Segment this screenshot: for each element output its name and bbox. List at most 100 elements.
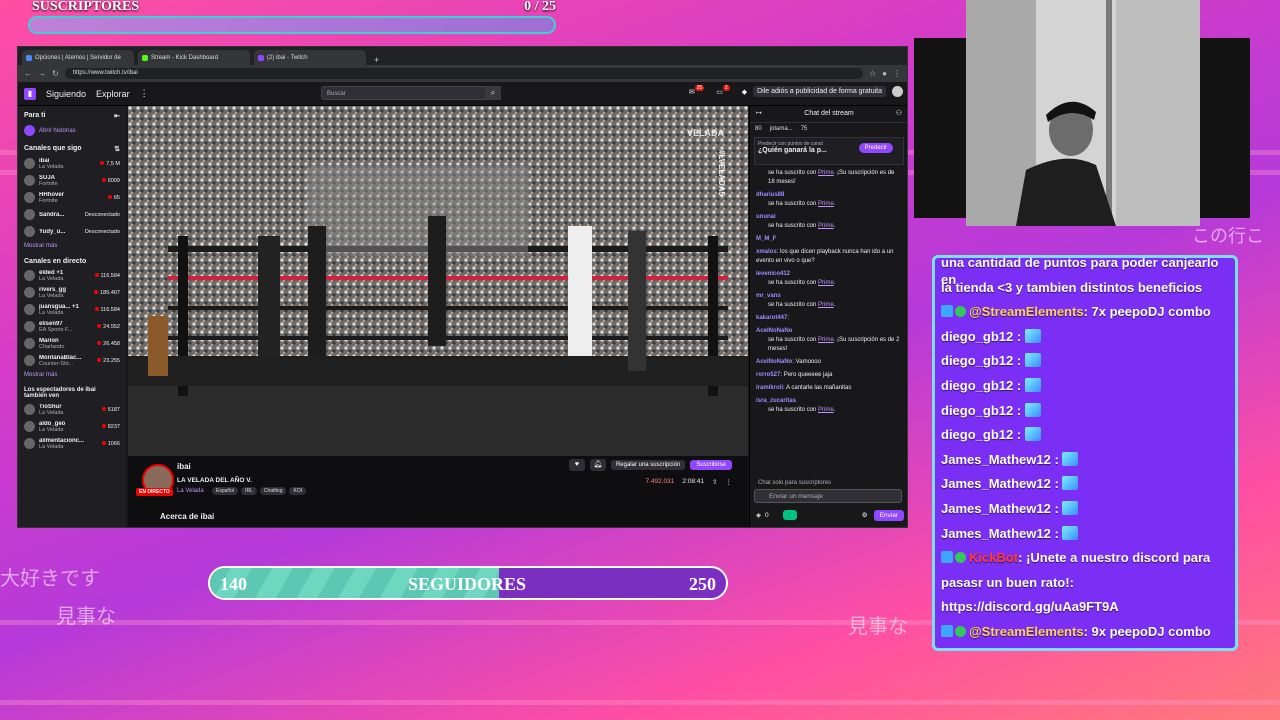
whispers-icon[interactable]: ▭ [716, 88, 723, 96]
channel-info: ibai La Velada [39, 158, 96, 170]
channel-row[interactable]: elded +1 La Velada 116.584 [18, 267, 126, 284]
send-button[interactable]: Enviar [873, 509, 904, 521]
open-stories[interactable]: Abrir historias [18, 122, 126, 139]
profile-icon[interactable]: ● [882, 69, 887, 78]
channel-name[interactable]: ibai [177, 462, 191, 471]
browser-tab-active[interactable]: (2) ibai - Twitch [254, 50, 366, 65]
tag[interactable]: KOI [289, 487, 307, 495]
channel-row[interactable]: SUJA Fortnite 6009 [18, 172, 126, 189]
nav-explore[interactable]: Explorar [96, 89, 130, 99]
chat-username[interactable]: kakarot447 [756, 315, 787, 321]
chat-username[interactable]: iramikroii [756, 385, 783, 391]
channel-row[interactable]: HHhover Fortnite 65 [18, 189, 126, 206]
chat-username[interactable]: xmalos [756, 249, 777, 255]
channel-row[interactable]: juansgua... +1 La Velada 116.584 [18, 301, 126, 318]
chat-username[interactable]: ununai [756, 214, 776, 220]
new-tab-icon[interactable]: + [370, 55, 383, 65]
channel-row[interactable]: Yudy_u... Desconectado [18, 223, 126, 240]
bookmark-icon[interactable]: ☆ [869, 69, 876, 78]
open-stories-label: Abrir historias [39, 127, 76, 134]
channel-row[interactable]: rivers_gg La Velada 185.407 [18, 284, 126, 301]
chat-input[interactable]: Enviar un mensaje [754, 489, 902, 503]
users-icon[interactable]: ⚇ [896, 106, 902, 122]
browser-tab[interactable]: Opciones | Atemos | Servidor de [22, 50, 134, 65]
channel-row[interactable]: Marion Charlando 26.458 [18, 335, 126, 352]
turbo-button[interactable]: Dile adiós a publicidad de forma gratuit… [753, 86, 886, 97]
chat-message: xmalos: los que dicen playback nunca han… [754, 246, 904, 268]
chat-username[interactable]: rorro527 [756, 372, 780, 378]
tag[interactable]: IRL [241, 487, 257, 495]
chat-username[interactable]: mr_vans [756, 293, 781, 299]
url-input[interactable]: https://www.twitch.tv/ibai [64, 68, 863, 79]
chat-text: se ha suscrito con Prime. [756, 200, 902, 209]
chat-username[interactable]: AcelNoNaNo [756, 328, 792, 334]
avatar [24, 421, 35, 432]
channel-row[interactable]: alimentacionc... La Velada 1066 [18, 435, 126, 452]
prime-link[interactable]: Prime [818, 170, 834, 176]
chat-username[interactable]: dharius88 [756, 192, 784, 198]
viewer-count: 26.458 [97, 340, 120, 347]
followed-title: Canales que sigo [24, 145, 82, 152]
reload-icon[interactable]: ↻ [52, 69, 59, 78]
settings-icon[interactable]: ⚙ [862, 511, 868, 519]
menu-icon[interactable]: ⋮ [893, 69, 901, 78]
twitch-logo-icon[interactable]: ▮ [24, 87, 36, 100]
forward-icon[interactable]: → [38, 69, 46, 78]
channel-row[interactable]: Sandra... Desconectado [18, 206, 126, 223]
show-more-link[interactable]: Mostrar más [18, 369, 126, 381]
channel-row[interactable]: ibai La Velada 7,5 M [18, 155, 126, 172]
sort-icon[interactable]: ⇅ [114, 145, 120, 153]
chat-text-extra: . [833, 201, 836, 207]
subscribe-button[interactable]: Suscribirse [690, 460, 732, 470]
collapse-chat-icon[interactable]: ↦ [756, 106, 762, 122]
stream-category[interactable]: La Velada [177, 488, 204, 494]
channel-row[interactable]: TioShur La Velada 5187 [18, 401, 126, 418]
channel-row[interactable]: MontanaBlac... Counter-Stri... 23.255 [18, 352, 126, 369]
channel-row[interactable]: aldo_geo La Velada 8237 [18, 418, 126, 435]
chat-username[interactable]: AcelNoNaNo [756, 359, 792, 365]
overlay-chat-text: : [1013, 402, 1022, 418]
heart-icon[interactable]: ♥ [568, 459, 585, 471]
chat-username[interactable]: levenico412 [756, 271, 790, 277]
bell-icon[interactable]: 🔔︎ [589, 459, 606, 471]
predict-button[interactable]: Predecir [858, 143, 893, 153]
channel-row[interactable]: elisen97 EA Sports F... 24.552 [18, 318, 126, 335]
tag[interactable]: Español [212, 487, 239, 495]
share-icon[interactable]: ⇧ [712, 478, 717, 486]
about-heading: Acerca de ibai [160, 512, 215, 521]
viewer-count-value: 24.552 [103, 323, 120, 330]
show-more-link[interactable]: Mostrar más [18, 240, 126, 252]
prime-link[interactable]: Prime [818, 223, 834, 229]
prime-link[interactable]: Prime [818, 407, 834, 413]
overlay-chat-text: : [1013, 328, 1022, 344]
prime-link[interactable]: Prime [818, 280, 834, 286]
overlay-chat-user: James_Mathew12 [941, 451, 1051, 467]
prime-link[interactable]: Prime [818, 302, 834, 308]
video-player[interactable]: VELADA #LVELADA5 [128, 106, 748, 456]
browser-tab[interactable]: Stream - Kick Dashboard [138, 50, 250, 65]
chat-username[interactable]: M_M_F [756, 236, 776, 242]
prime-link[interactable]: Prime [818, 201, 834, 207]
more-icon[interactable]: ⋮ [140, 88, 149, 99]
peepodj-emote-icon [1062, 501, 1079, 515]
search-icon[interactable]: ⌕ [485, 86, 501, 100]
favicon-icon [26, 54, 32, 61]
tag[interactable]: Chatting [259, 487, 287, 495]
viewers-also-title: Los espectadores de ibai también ven [24, 387, 96, 399]
bonus-icon[interactable] [782, 510, 797, 520]
more-options-icon[interactable]: ⋮ [726, 478, 733, 486]
search-input[interactable]: Buscar [321, 86, 501, 100]
chat-message: se ha suscrito con Prime. ¡Su suscripció… [754, 167, 904, 189]
nav-following[interactable]: Siguiendo [46, 89, 86, 99]
back-icon[interactable]: ← [24, 69, 32, 78]
prime-link[interactable]: Prime [818, 337, 834, 343]
crown-icon[interactable]: ◆ [742, 88, 747, 96]
collapse-icon[interactable]: ⇤ [114, 112, 120, 120]
gift-sub-button[interactable]: Regalar una suscripción [610, 460, 686, 470]
overlay-chat-text: : [1013, 427, 1022, 443]
avatar[interactable] [892, 86, 903, 97]
inbox-icon[interactable]: ✉ [689, 88, 695, 96]
chat-username[interactable]: isra_zucaritas [756, 398, 796, 404]
channel-points-icon[interactable]: ◈ [756, 511, 761, 519]
verified-badge-icon [955, 552, 966, 564]
